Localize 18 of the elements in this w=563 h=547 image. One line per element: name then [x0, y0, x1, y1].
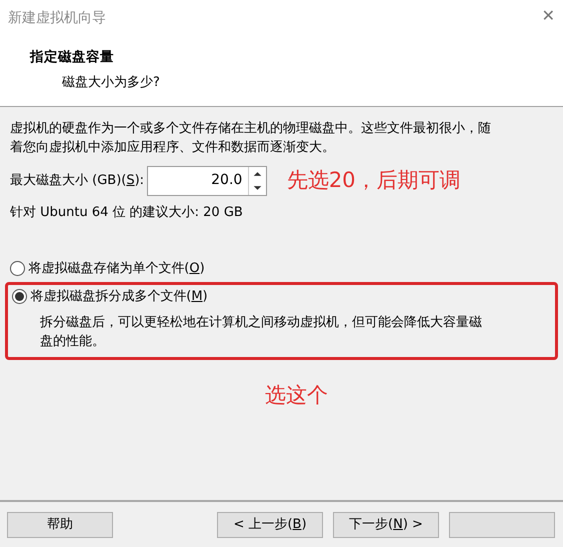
nav-button[interactable]: 下一步(N) > [333, 512, 439, 538]
nav-button[interactable]: < 上一步(B) [217, 512, 323, 538]
size-spinner[interactable]: 20.0 [147, 166, 268, 196]
description-text: 虚拟机的硬盘作为一个或多个文件存储在主机的物理磁盘中。这些文件最初很小，随着您向虚拟机中添加应用程序、文件和数据而逐渐变大。 [10, 120, 492, 157]
window-title: 新建虚拟机向导 [8, 9, 106, 28]
recommendation-text: 针对 Ubuntu 64 位 的建议大小: 20 GB [10, 204, 244, 222]
annotation-text: 先选20，后期可调 [286, 167, 461, 194]
option-label[interactable]: 将虚拟磁盘存储为单个文件(O) [28, 258, 205, 278]
option-note: 拆分磁盘后，可以更轻松地在计算机之间移动虚拟机，但可能会降低大容量磁盘的性能。 [40, 314, 483, 350]
size-label: 最大磁盘大小 (GB)(S): [10, 172, 144, 190]
radio-button[interactable] [12, 289, 27, 304]
close-button[interactable]: ✕ [542, 8, 555, 29]
help-button[interactable]: 帮助 [7, 512, 113, 538]
page-heading: 指定磁盘容量 [30, 48, 115, 67]
page-subtitle: 磁盘大小为多少? [62, 74, 161, 92]
annotation-text: 选这个 [265, 382, 328, 408]
radio-button[interactable] [10, 260, 25, 276]
option-label[interactable]: 将虚拟磁盘拆分成多个文件(M) [30, 287, 208, 306]
